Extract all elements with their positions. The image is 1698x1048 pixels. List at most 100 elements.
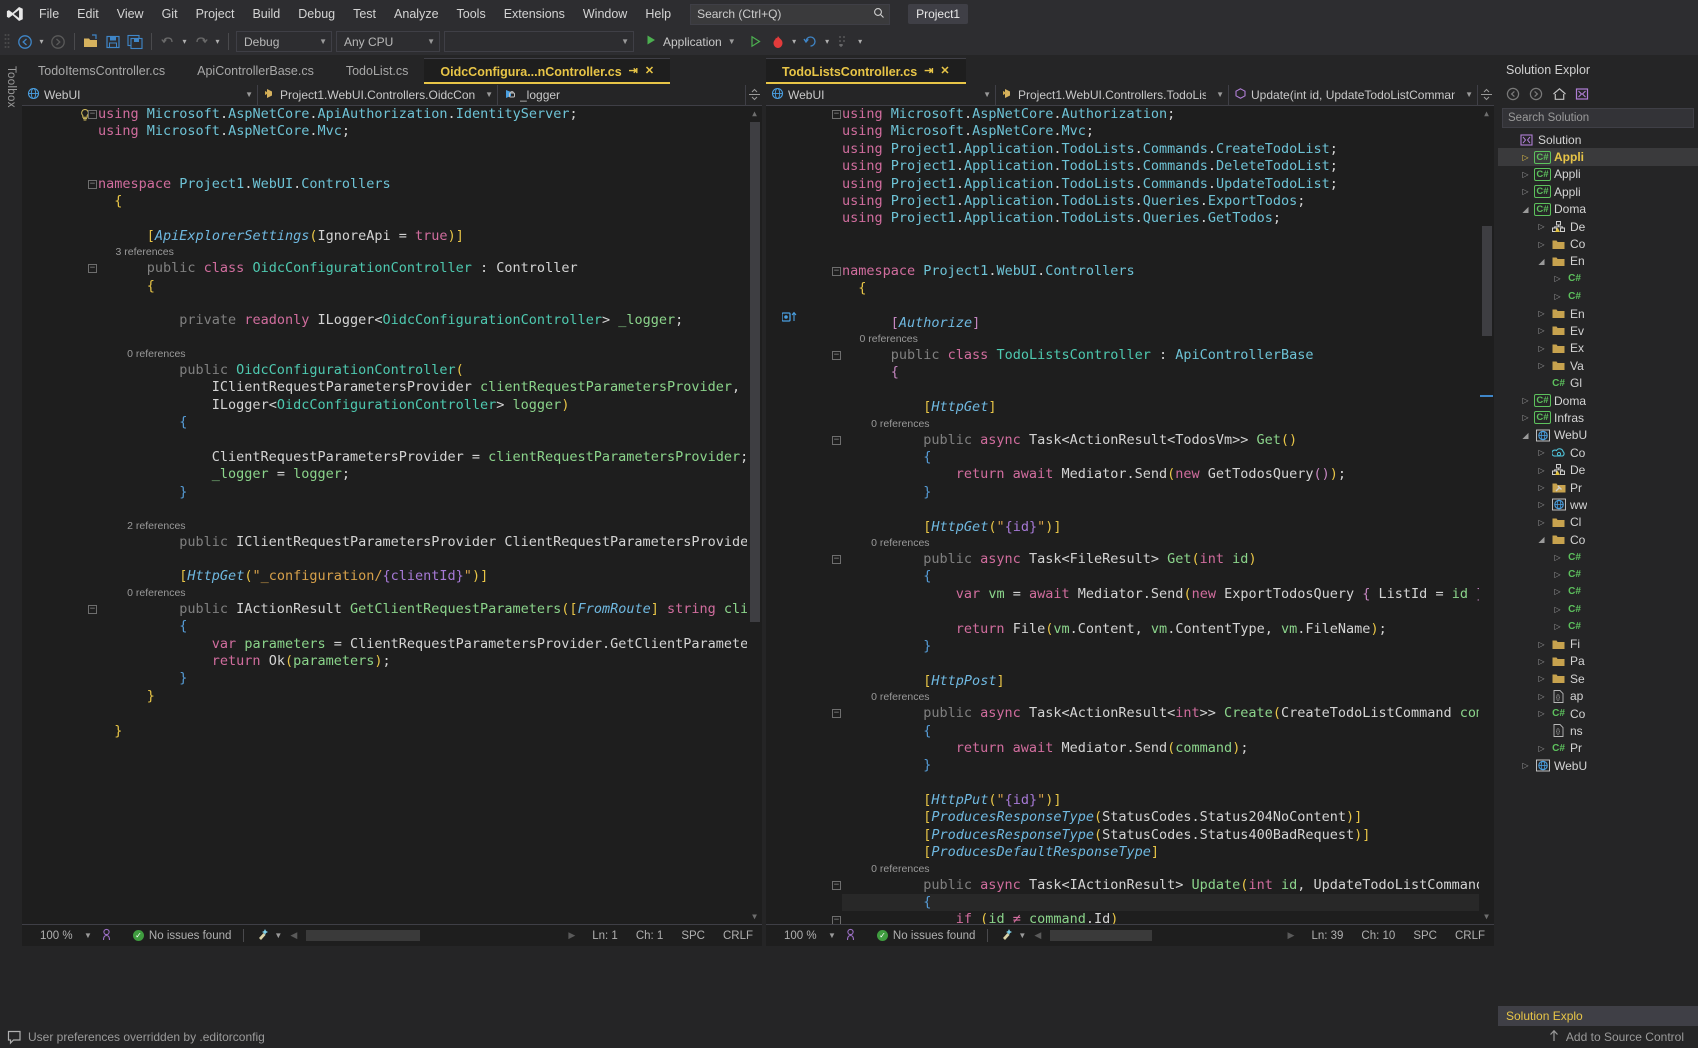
pin-icon[interactable]: ⇥ (629, 66, 638, 77)
code-editor-right[interactable]: − − − − − − − − using Microsoft.AspNetCore.Auth… (766, 106, 1494, 924)
indent-mode-right[interactable]: SPC (1404, 930, 1446, 942)
solution-tree-item[interactable]: ▷ C# (1498, 583, 1698, 600)
code-line[interactable]: public async Task<FileResult> Get(int id… (842, 551, 1494, 568)
chevron-right-icon[interactable]: ▷ (1520, 396, 1531, 405)
redo-dropdown[interactable]: ▾ (212, 37, 223, 46)
code-line[interactable]: return File(vm.Content, vm.ContentType, … (842, 621, 1494, 638)
hscroll-right-arrow[interactable]: ▶ (1288, 930, 1295, 941)
solution-tree-item[interactable]: ▷ {} ap (1498, 688, 1698, 705)
code-line[interactable]: public class TodoListsController : ApiCo… (842, 347, 1494, 364)
solution-tree-item[interactable]: {} ns (1498, 722, 1698, 739)
code-line[interactable]: using Project1.Application.TodoLists.Que… (842, 193, 1494, 210)
scroll-up-arrow[interactable]: ▲ (1479, 106, 1494, 121)
code-line[interactable]: { (842, 568, 1494, 585)
split-view-icon[interactable] (746, 88, 762, 101)
close-icon[interactable]: ✕ (940, 66, 949, 77)
fold-toggle-icon[interactable]: − (832, 709, 841, 719)
preferences-icon[interactable] (92, 928, 113, 944)
chevron-right-icon[interactable]: ▷ (1536, 692, 1547, 701)
indent-mode-left[interactable]: SPC (672, 930, 714, 942)
forward-icon[interactable] (1527, 85, 1545, 103)
project-badge[interactable]: Project1 (908, 4, 969, 24)
issues-status-left[interactable]: ✓ No issues found (132, 930, 231, 942)
chevron-right-icon[interactable]: ▷ (1536, 674, 1547, 683)
code-line[interactable]: _logger = logger; (98, 466, 762, 483)
code-line[interactable]: return Ok(parameters); (98, 653, 762, 670)
menu-project[interactable]: Project (187, 0, 244, 28)
code-line[interactable]: [ProducesDefaultResponseType] (842, 844, 1494, 861)
open-file-icon[interactable] (80, 31, 102, 53)
code-line-blank[interactable] (98, 210, 762, 227)
code-line[interactable]: public async Task<IActionResult> Update(… (842, 877, 1494, 894)
chevron-right-icon[interactable]: ▷ (1520, 187, 1531, 196)
solution-tree-item[interactable]: ▷ Pr (1498, 479, 1698, 496)
code-line-blank[interactable] (842, 655, 1494, 672)
code-line-blank[interactable] (98, 158, 762, 175)
menu-view[interactable]: View (108, 0, 153, 28)
nav-project-dropdown-left[interactable]: WebUI ▼ (22, 84, 258, 105)
solution-tree-item[interactable]: ▷ C# (1498, 601, 1698, 618)
solution-tree-item[interactable]: ◢ En (1498, 253, 1698, 270)
fold-toggle-icon[interactable]: − (832, 555, 841, 565)
code-line[interactable]: using Project1.Application.TodoLists.Com… (842, 158, 1494, 175)
chevron-right-icon[interactable]: ▷ (1552, 274, 1563, 283)
solution-explorer-tab[interactable]: Solution Explo (1498, 1006, 1698, 1026)
menu-edit[interactable]: Edit (68, 0, 108, 28)
code-line[interactable]: namespace Project1.WebUI.Controllers (842, 263, 1494, 280)
chevron-right-icon[interactable]: ▷ (1536, 309, 1547, 318)
solution-tree-item[interactable]: ▷ C# Pr (1498, 740, 1698, 757)
hscroll-thumb[interactable] (1050, 930, 1153, 941)
codelens-references[interactable]: 0 references (98, 586, 762, 601)
run-button[interactable]: Application ▼ (636, 34, 745, 49)
notification-icon[interactable] (0, 1030, 28, 1045)
codelens-references[interactable]: 0 references (842, 690, 1494, 705)
preferences-icon[interactable] (836, 928, 857, 944)
solution-tree-item[interactable]: ▷ C# (1498, 288, 1698, 305)
chevron-right-icon[interactable]: ▷ (1552, 553, 1563, 562)
code-line[interactable]: return await Mediator.Send(new GetTodosQ… (842, 466, 1494, 483)
code-line[interactable]: [HttpGet] (842, 399, 1494, 416)
solution-tree-item[interactable]: ▷ En (1498, 305, 1698, 322)
chevron-right-icon[interactable]: ▷ (1520, 761, 1531, 770)
hscroll-track[interactable] (1045, 930, 1284, 941)
code-line[interactable]: { (842, 894, 1494, 912)
code-line[interactable]: using Microsoft.AspNetCore.ApiAuthorizat… (98, 106, 762, 123)
code-line-blank[interactable] (842, 775, 1494, 792)
solution-tree-item[interactable]: ▷ Cl (1498, 514, 1698, 531)
code-line[interactable]: { (842, 364, 1494, 381)
solution-search-input[interactable]: Search Solution (1502, 108, 1694, 128)
code-line[interactable]: using Project1.Application.TodoLists.Com… (842, 176, 1494, 193)
fold-toggle-icon[interactable]: − (832, 351, 841, 361)
code-line-blank[interactable] (842, 245, 1494, 262)
code-line[interactable]: private readonly ILogger<OidcConfigurati… (98, 312, 762, 329)
solution-tree-item[interactable]: ◢ Co (1498, 531, 1698, 548)
editor-tab[interactable]: TodoItemsController.cs (22, 58, 181, 84)
nav-type-dropdown-right[interactable]: Project1.WebUI.Controllers.TodoListsCor … (996, 84, 1229, 105)
chevron-down-icon[interactable]: ◢ (1536, 535, 1547, 544)
code-line[interactable]: } (842, 638, 1494, 655)
code-line[interactable]: { (98, 193, 762, 210)
undo-icon[interactable] (157, 31, 179, 53)
solution-tree-item[interactable]: ▷ Co (1498, 235, 1698, 252)
solution-tree-item[interactable]: ▷ Va (1498, 357, 1698, 374)
menu-help[interactable]: Help (636, 0, 680, 28)
nav-member-dropdown-left[interactable]: _logger (498, 84, 746, 105)
code-line[interactable]: namespace Project1.WebUI.Controllers (98, 176, 762, 193)
codelens-references[interactable]: 0 references (842, 536, 1494, 551)
nav-type-dropdown-left[interactable]: Project1.WebUI.Controllers.OidcConfigura… (258, 84, 498, 105)
fold-toggle-icon[interactable]: − (88, 605, 97, 614)
code-line[interactable]: using Microsoft.AspNetCore.Mvc; (842, 123, 1494, 140)
fold-toggle-icon[interactable]: − (832, 110, 841, 119)
undo-dropdown[interactable]: ▾ (179, 37, 190, 46)
solution-tree-item[interactable]: ▷ WebU (1498, 757, 1698, 774)
codelens-references[interactable]: 3 references (98, 245, 762, 260)
code-line[interactable]: { (98, 414, 762, 431)
solution-tree-item[interactable]: ▷ De (1498, 218, 1698, 235)
chevron-right-icon[interactable]: ▷ (1520, 413, 1531, 422)
code-line[interactable]: using Microsoft.AspNetCore.Authorization… (842, 106, 1494, 123)
code-line-blank[interactable] (98, 705, 762, 722)
pin-icon[interactable]: ⇥ (924, 66, 933, 77)
code-line-blank[interactable] (98, 330, 762, 347)
save-all-icon[interactable] (124, 31, 146, 53)
solution-tree[interactable]: Solution ▷ C# Appli ▷ C# Appli ▷ C# Appli ◢ C# Doma ▷… (1498, 131, 1698, 774)
